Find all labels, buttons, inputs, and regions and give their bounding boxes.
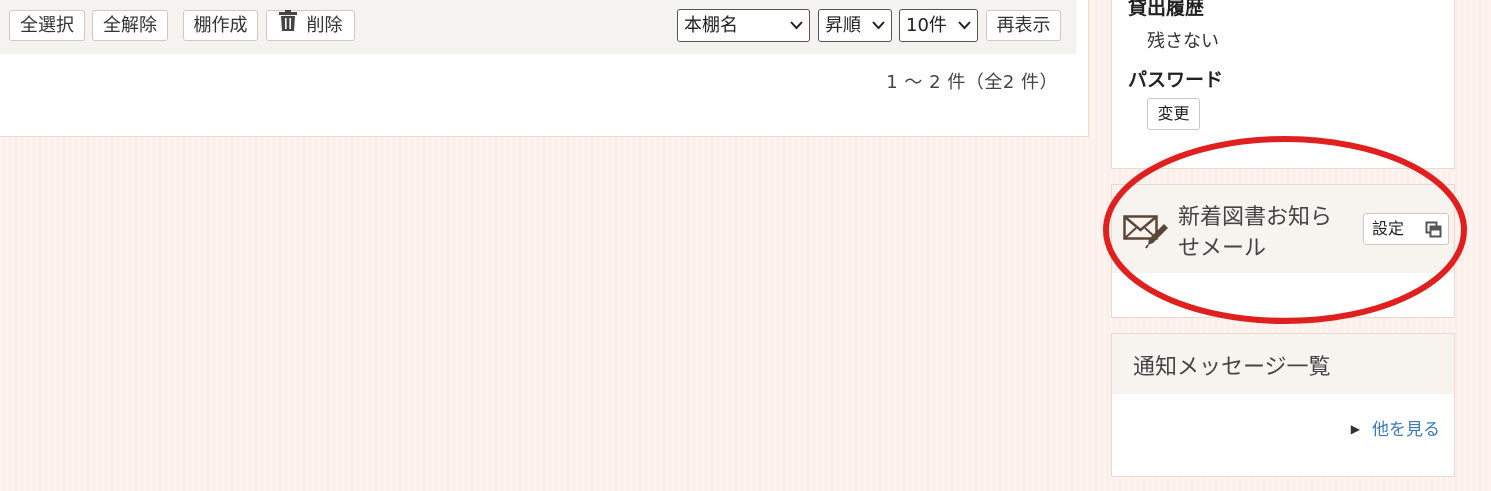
sort-order-select[interactable]: 昇順 <box>818 9 892 42</box>
trash-icon <box>278 9 297 40</box>
delete-label: 削除 <box>306 15 343 36</box>
notifications-header: 通知メッセージ一覧 <box>1112 334 1454 394</box>
toolbar: 全選択 全解除 棚作成 削除 本棚名 昇順 10件 再表示 <box>0 0 1076 54</box>
mail-pen-icon <box>1123 215 1168 249</box>
delete-button[interactable]: 削除 <box>266 9 355 41</box>
triangle-right-icon: ▶ <box>1350 422 1360 436</box>
chevron-down-icon <box>790 21 803 30</box>
password-label: パスワード <box>1128 69 1224 91</box>
mail-settings-button[interactable]: 設定 <box>1363 213 1449 245</box>
sort-key-value: 本棚名 <box>684 15 738 36</box>
chevron-down-icon <box>958 21 971 30</box>
bookshelf-panel: 全選択 全解除 棚作成 削除 本棚名 昇順 10件 再表示 1 〜 2 件（全2… <box>0 0 1089 137</box>
password-change-button[interactable]: 変更 <box>1147 98 1200 130</box>
chevron-down-icon <box>872 21 885 30</box>
see-more-label: 他を見る <box>1372 420 1440 440</box>
select-all-button[interactable]: 全選択 <box>9 10 85 41</box>
see-more-link[interactable]: ▶ 他を見る <box>1351 415 1440 440</box>
mail-settings-label: 設定 <box>1372 219 1405 238</box>
new-book-mail-title-line1: 新着図書お知ら <box>1178 205 1333 230</box>
create-shelf-button[interactable]: 棚作成 <box>183 10 258 41</box>
new-book-mail-box: 新着図書お知ら せメール 設定 <box>1111 184 1455 318</box>
deselect-all-button[interactable]: 全解除 <box>92 10 168 41</box>
new-book-mail-title-line2: せメール <box>1178 236 1267 261</box>
result-count: 1 〜 2 件（全2 件） <box>886 72 1058 93</box>
new-book-mail-title: 新着図書お知ら せメール <box>1178 202 1358 264</box>
per-page-value: 10件 <box>906 15 947 36</box>
notifications-title: 通知メッセージ一覧 <box>1133 355 1331 380</box>
loan-history-value: 残さない <box>1147 31 1219 52</box>
loan-history-label: 貸出履歴 <box>1128 0 1205 19</box>
notifications-box: 通知メッセージ一覧 ▶ 他を見る <box>1111 333 1455 477</box>
account-settings-box: 貸出履歴 残さない パスワード 変更 <box>1111 0 1455 169</box>
per-page-select[interactable]: 10件 <box>899 9 978 42</box>
sort-order-value: 昇順 <box>825 15 861 36</box>
redisplay-button[interactable]: 再表示 <box>986 10 1061 41</box>
external-window-icon <box>1425 221 1442 238</box>
sort-key-select[interactable]: 本棚名 <box>677 9 810 42</box>
new-book-mail-header: 新着図書お知ら せメール 設定 <box>1112 185 1454 273</box>
